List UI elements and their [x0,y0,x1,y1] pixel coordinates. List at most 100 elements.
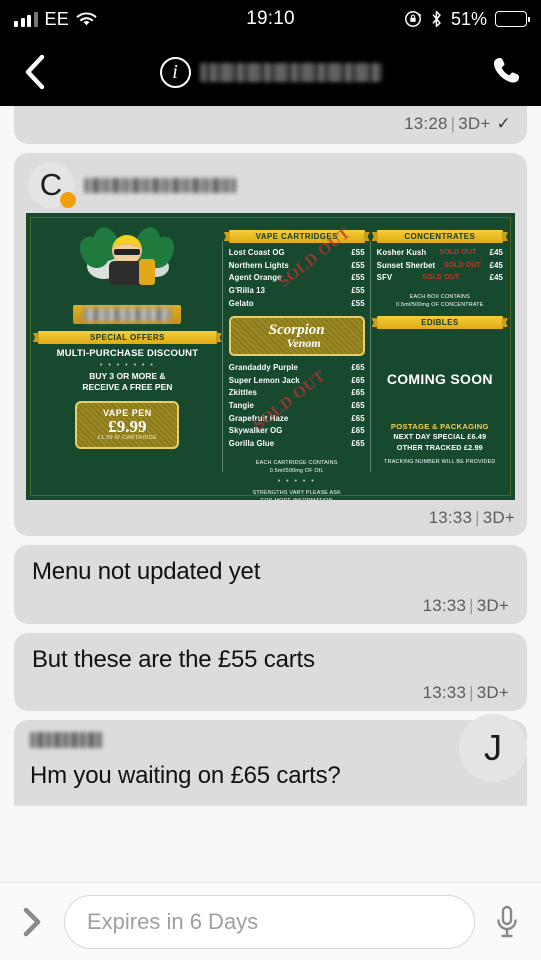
menu-left-panel: SPECIAL OFFERS MULTI-PURCHASE DISCOUNT •… [32,219,223,494]
menu-item: Northern Lights £55 [229,260,365,273]
menu-item-price: £65 [351,363,365,373]
message-bubble-partial-top[interactable]: 13:28 | 3D+ ✓ [14,106,527,144]
offer-title: MULTI-PURCHASE DISCOUNT [56,348,199,359]
menu-item: Grapefruit Haze £65 [229,413,365,426]
menu-item-price: £55 [351,285,365,295]
message-meta: 13:33 | 3D+ [32,596,509,616]
concentrates-fine-print: EACH BOX CONTAINS 0.5ml/500mg OF CONCENT… [377,293,503,309]
message-time: 13:33 [422,595,467,615]
meta-separator: | [469,683,474,703]
avatar-letter: J [484,727,502,769]
menu-item: Super Lemon Jack £65 [229,375,365,388]
message-meta: 13:33 | 3D+ [26,508,515,528]
message-input[interactable] [87,908,452,935]
menu-item-name: Grandaddy Purple [228,363,298,373]
offer-subtitle-1: BUY 3 OR MORE & [89,370,166,381]
special-offers-banner: SPECIAL OFFERS [38,331,217,344]
contact-name-blurred[interactable] [199,62,382,82]
message-tag: 3D+ [458,114,491,133]
menu-item-price: £65 [351,375,365,385]
menu-item-name: Kosher Kush [376,248,427,257]
menu-item: SFV SOLD OUT £45 [377,272,503,285]
menu-item: Grandaddy Purple £65 [229,362,365,375]
message-composer [0,882,541,960]
menu-item-name: Tangie [228,401,254,410]
menu-item: Zkittles £65 [229,387,365,400]
menu-item-name: Lost Coast OG [228,248,285,257]
menu-item: Agent Orange £55 [229,272,365,285]
message-bubble-partial-bottom[interactable]: Hm you waiting on £65 carts? [14,720,527,807]
chat-header: i [0,38,541,106]
meta-separator: | [475,508,480,527]
avatar-letter: C [39,167,63,202]
menu-item-price: £55 [351,298,365,308]
microphone-icon[interactable] [489,905,525,939]
message-list[interactable]: 13:28 | 3D+ ✓ C SPECIAL OFFERS MULTI-PUR… [0,106,541,882]
cartridge-list-65: SOLD OUT Grandaddy Purple £65 Super Lemon … [229,362,365,450]
cartridge-list-55: SOLD OUT Lost Coast OG £55 Northern Lights… [228,224,365,310]
menu-item-price: £55 [351,273,365,283]
menu-item-name: Super Lemon Jack [228,375,300,385]
battery-icon [495,11,530,27]
status-bar: EE 19:10 51% [0,0,541,38]
concentrates-banner: CONCENTRATES [376,230,503,243]
brand-name-blurred [73,305,182,324]
menu-item: G'Rilla 13 £55 [229,285,365,298]
back-chevron-icon[interactable] [18,54,52,90]
menu-item-name: Grapefruit Haze [228,413,289,423]
message-bubble-text[interactable]: Menu not updated yet 13:33 | 3D+ [14,545,527,624]
fine-print-line: EACH CARTRIDGE CONTAINS [255,459,338,466]
menu-item-price: £65 [351,438,365,448]
sender-name-blurred [30,732,102,749]
fine-print-line: 0.5ml/500mg OF OIL [269,467,324,474]
message-time: 13:33 [428,508,473,527]
phone-icon[interactable] [491,54,523,91]
message-bubble-text[interactable]: But these are the £55 carts 13:33 | 3D+ [14,632,527,712]
sender-name-blurred [84,177,236,193]
menu-item-name: Skywalker OG [228,426,283,436]
battery-percent-label: 51% [450,8,487,29]
fine-print-line: 0.5ml/500mg OF CONCENTRATE [396,301,484,308]
read-tick-icon: ✓ [496,114,511,133]
menu-item-name: Gelato [228,298,254,308]
vape-pen-price-box: VAPE PEN £9.99 £1.99 N' CARTRIDGE [75,400,180,449]
message-tag: 3D+ [476,595,509,615]
bluetooth-icon [432,10,441,28]
menu-item-name: G'Rilla 13 [228,285,266,295]
message-input-wrapper[interactable] [64,894,475,949]
concentrates-list: Kosher Kush SOLD OUT £45 Sunset Sherbet SOLD… [377,247,503,285]
menu-right-panel: CONCENTRATES Kosher Kush SOLD OUT £45 Sunse… [369,219,509,494]
menu-item-status: SOLD OUT [443,261,481,269]
postage-block: POSTAGE & PACKAGING NEXT DAY SPECIAL £6.… [377,421,503,466]
message-row: C SPECIAL OFFERS MULTI-PURCHASE DISCOUNT… [0,153,541,536]
message-meta: 13:33 | 3D+ [32,683,509,703]
message-text: Hm you waiting on £65 carts? [30,762,341,790]
menu-item: Lost Coast OG £55 [229,247,365,260]
message-meta: 13:28 | 3D+ ✓ [30,114,511,134]
scorpion-venom-logo: Scorpion Venom [228,316,365,357]
avatar[interactable]: J [459,714,527,783]
divider-dots: • • • • • • • [99,361,155,369]
menu-item-name: Sunset Sherbet [376,260,436,270]
menu-item: Tangie £65 [229,400,365,413]
menu-item-name: Northern Lights [228,260,289,270]
menu-item-price: £45 [489,273,503,283]
menu-item: Sunset Sherbet SOLD OUT £45 [377,260,503,273]
message-row: But these are the £55 carts 13:33 | 3D+ [0,632,541,712]
info-icon[interactable]: i [159,56,191,88]
message-bubble-image[interactable]: C SPECIAL OFFERS MULTI-PURCHASE DISCOUNT… [14,153,527,536]
message-text: Menu not updated yet [32,558,261,585]
chevron-right-icon[interactable] [16,906,50,938]
menu-item-price: £65 [351,388,365,398]
menu-item-price: £65 [351,401,365,410]
chat-screen: EE 19:10 51% i 13:28 | 3D+ ✓ C SPECIAL O… [0,0,541,960]
menu-item-price: £55 [351,248,365,257]
sender-line: C [26,162,515,208]
message-tag: 3D+ [476,683,509,703]
avatar[interactable]: C [28,162,76,208]
pen-box-price: £9.99 [108,417,147,437]
menu-item-price: £45 [489,248,503,257]
mascot-logo-icon [73,224,182,303]
coming-soon-label: COMING SOON [386,371,493,388]
menu-image[interactable]: SPECIAL OFFERS MULTI-PURCHASE DISCOUNT •… [26,213,515,500]
